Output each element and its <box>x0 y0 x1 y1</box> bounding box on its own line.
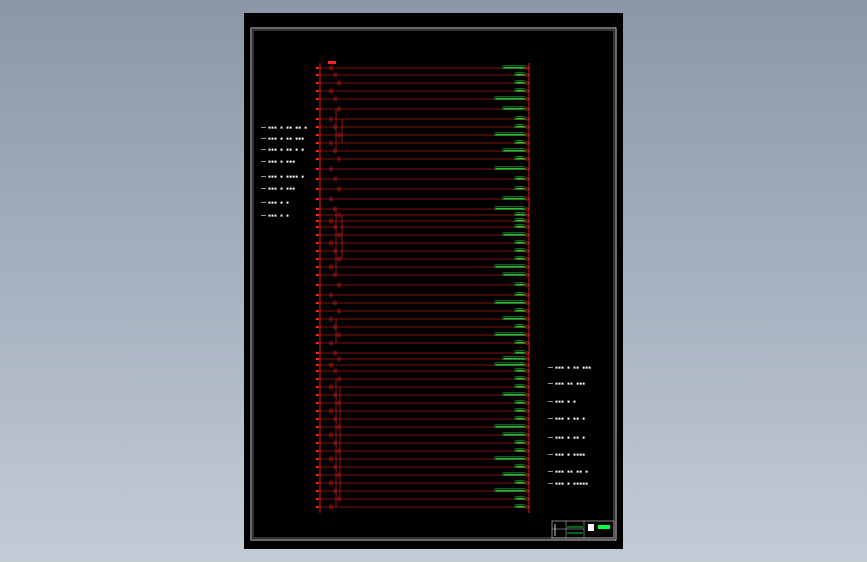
rail-address-tag <box>316 158 319 160</box>
rail-address-tag <box>316 418 319 420</box>
diagram-note: ▪▪▪ ▪ ▪▪▪ <box>268 186 295 192</box>
diagram-note: ▪▪▪ ▪ ▪▪ ▪ <box>555 435 585 441</box>
rail-address-tag <box>316 364 319 366</box>
rung-group <box>316 65 529 510</box>
rail-address-tag <box>316 178 319 180</box>
ladder-diagram: ▪▪▪ ▪ ▪▪ ▪▪ ▪ ▪▪▪ ▪ ▪▪ ▪▪▪ ▪▪▪ ▪ ▪▪ ▪ ▪ ▪▪▪… <box>250 27 617 541</box>
rail-address-tag <box>316 394 319 396</box>
rail-address-tag <box>316 234 319 236</box>
rail-address-tag <box>316 284 319 286</box>
drawing-inner-border <box>252 29 615 539</box>
rail-address-tag <box>316 490 319 492</box>
rail-address-tag <box>316 474 319 476</box>
cad-viewport[interactable]: ▪▪▪ ▪ ▪▪ ▪▪ ▪ ▪▪▪ ▪ ▪▪ ▪▪▪ ▪▪▪ ▪ ▪▪ ▪ ▪ ▪▪▪… <box>0 0 867 562</box>
rail-address-tag <box>316 482 319 484</box>
left-notes-group: ▪▪▪ ▪ ▪▪ ▪▪ ▪ ▪▪▪ ▪ ▪▪ ▪▪▪ ▪▪▪ ▪ ▪▪ ▪ ▪ ▪▪▪… <box>261 125 307 219</box>
diagram-note: ▪▪▪ ▪▪ ▪▪ ▪ <box>555 469 588 475</box>
title-block-frame <box>551 520 615 539</box>
rail-address-tag <box>316 134 319 136</box>
diagram-note: ▪▪▪ ▪ ▪▪▪▪ <box>555 452 585 458</box>
rail-address-tag <box>316 198 319 200</box>
rail-address-tag <box>316 442 319 444</box>
rail-address-tag <box>316 294 319 296</box>
power-switch-marker <box>328 61 336 64</box>
diagram-note: ▪▪▪ ▪ ▪ <box>555 399 576 405</box>
rail-address-tag <box>316 214 319 216</box>
rail-address-tag <box>316 318 319 320</box>
diagram-note: ▪▪▪ ▪ ▪▪▪▪▪ <box>555 481 588 487</box>
rail-address-tag <box>316 466 319 468</box>
rail-address-tag <box>316 90 319 92</box>
diagram-note: ▪▪▪ ▪▪ ▪▪▪ <box>555 381 585 387</box>
diagram-note: ▪▪▪ ▪ ▪▪ ▪ <box>555 416 585 422</box>
drawing-border <box>250 27 617 541</box>
diagram-note: ▪▪▪ ▪ ▪ <box>268 200 289 206</box>
rail-address-tag <box>316 142 319 144</box>
diagram-note: ▪▪▪ ▪ ▪▪▪▪ ▪ <box>268 174 304 180</box>
title-block-logo-mark <box>598 525 610 529</box>
rail-address-tag <box>316 220 319 222</box>
title-block-logo-mark <box>588 524 594 531</box>
rail-address-tag <box>316 226 319 228</box>
rail-address-tag <box>316 334 319 336</box>
rail-address-tag <box>316 370 319 372</box>
rail-address-tag <box>316 258 319 260</box>
title-block <box>551 520 615 539</box>
rail-address-tag <box>316 342 319 344</box>
rail-address-tag <box>316 326 319 328</box>
rail-address-tag <box>316 188 319 190</box>
rail-address-tag <box>316 302 319 304</box>
rail-address-tag <box>316 118 319 120</box>
diagram-note: ▪▪▪ ▪ ▪▪ ▪ ▪ <box>268 147 304 153</box>
rail-address-tag <box>316 358 319 360</box>
rail-address-tag <box>316 242 319 244</box>
rail-address-tag <box>316 352 319 354</box>
rail-address-tag <box>316 310 319 312</box>
rail-address-tag <box>316 74 319 76</box>
rail-address-tag <box>316 82 319 84</box>
rail-address-tag <box>316 126 319 128</box>
rail-address-tag <box>316 506 319 508</box>
rail-address-tag <box>316 98 319 100</box>
rail-address-tag <box>316 378 319 380</box>
diagram-note: ▪▪▪ ▪ ▪▪ ▪▪ ▪ <box>268 125 307 131</box>
rail-address-tag <box>316 410 319 412</box>
rail-address-tag <box>316 402 319 404</box>
rail-address-tag <box>316 386 319 388</box>
rail-address-tag <box>316 208 319 210</box>
diagram-note: ▪▪▪ ▪ ▪ <box>268 213 289 219</box>
diagram-note: ▪▪▪ ▪ ▪▪ ▪▪▪ <box>555 365 591 371</box>
rail-address-tag <box>316 450 319 452</box>
rail-address-tag <box>316 266 319 268</box>
rail-address-tag <box>316 434 319 436</box>
rail-address-tag <box>316 458 319 460</box>
diagram-note: ▪▪▪ ▪ ▪▪ ▪▪▪ <box>268 136 304 142</box>
rail-address-tag <box>316 67 319 69</box>
rail-address-tag <box>316 168 319 170</box>
right-notes-group: ▪▪▪ ▪ ▪▪ ▪▪▪ ▪▪▪ ▪▪ ▪▪▪ ▪▪▪ ▪ ▪ ▪▪▪ ▪ ▪▪ ▪ ▪… <box>548 365 591 487</box>
rail-address-tag <box>316 498 319 500</box>
diagram-note: ▪▪▪ ▪ ▪▪▪ <box>268 159 295 165</box>
rail-address-tag <box>316 150 319 152</box>
rail-address-tag <box>316 426 319 428</box>
rail-address-tag <box>316 250 319 252</box>
rail-address-tag <box>316 274 319 276</box>
rail-address-tag <box>316 108 319 110</box>
drawing-sheet: ▪▪▪ ▪ ▪▪ ▪▪ ▪ ▪▪▪ ▪ ▪▪ ▪▪▪ ▪▪▪ ▪ ▪▪ ▪ ▪ ▪▪▪… <box>244 13 623 549</box>
